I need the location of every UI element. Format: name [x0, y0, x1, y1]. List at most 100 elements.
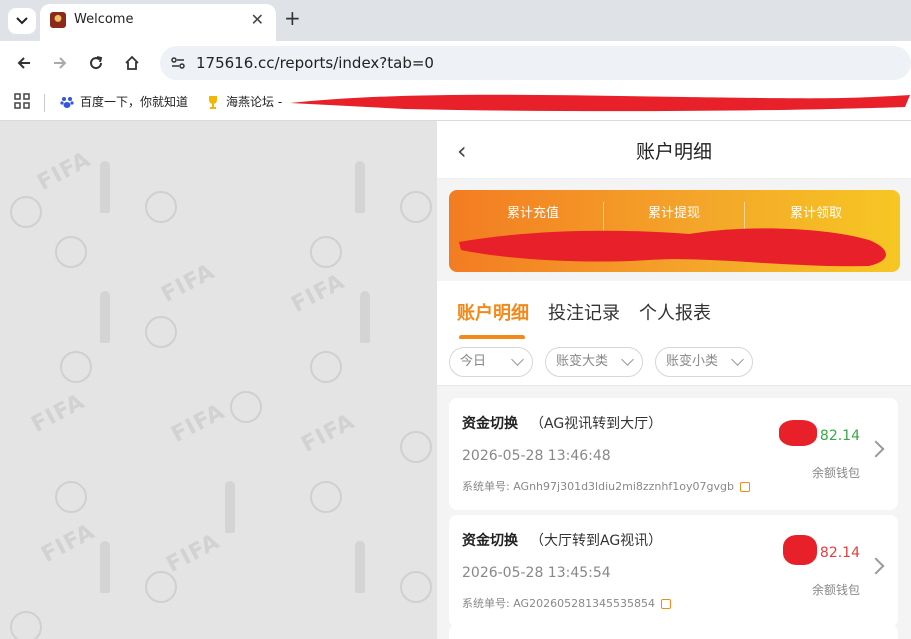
- category-filter-select[interactable]: 账变大类: [545, 347, 643, 377]
- total-deposit-label: 累计充值: [506, 206, 559, 221]
- forward-button[interactable]: [48, 51, 72, 75]
- record-type: 资金切换: [462, 533, 518, 549]
- browser-tab[interactable]: Welcome ✕: [40, 4, 276, 41]
- order-label: 系统单号:: [462, 597, 510, 610]
- date-filter-value: 今日: [460, 354, 487, 369]
- football-icon: [230, 391, 262, 423]
- football-icon: [145, 571, 177, 603]
- chevron-down-icon: [731, 353, 744, 366]
- football-icon: [310, 351, 342, 383]
- trophy-silhouette-icon: [360, 291, 370, 343]
- order-number: AGnh97j301d3ldiu2mi8zznhf1oy07gvgb: [513, 480, 734, 493]
- tab-personal-report[interactable]: 个人报表: [639, 299, 711, 325]
- football-icon: [60, 351, 92, 383]
- tab-title: Welcome: [74, 12, 134, 27]
- tab-account-details[interactable]: 账户明细: [457, 299, 529, 325]
- record-time: 2026-05-28 13:45:54: [462, 565, 611, 581]
- record-order: 系统单号: AG202605281345535854: [462, 595, 672, 611]
- chevron-down-icon: [621, 353, 634, 366]
- reload-button[interactable]: [84, 51, 108, 75]
- trophy-silhouette-icon: [225, 481, 235, 533]
- trophy-silhouette-icon: [355, 161, 365, 213]
- page-header: ‹ 账户明细: [437, 121, 911, 179]
- record-type: 资金切换: [462, 416, 518, 432]
- fifa-watermark: FIFA: [297, 409, 360, 458]
- record-card[interactable]: 资金切换 （大厅转到AG视讯） 2026-05-28 13:45:54 系统单号:…: [449, 515, 898, 627]
- site-settings-icon[interactable]: [170, 55, 186, 71]
- close-tab-icon[interactable]: ✕: [251, 10, 264, 29]
- football-icon: [10, 196, 42, 228]
- tab-bet-records[interactable]: 投注记录: [548, 299, 620, 325]
- record-card[interactable]: 资金切换 （AG视讯转到大厅） 2026-05-28 13:46:48 系统单号:…: [449, 398, 898, 510]
- fifa-watermark: FIFA: [37, 519, 100, 568]
- tab-search-button[interactable]: [8, 8, 36, 34]
- home-button[interactable]: [120, 51, 144, 75]
- football-icon: [145, 316, 177, 348]
- home-icon: [125, 55, 139, 70]
- total-withdraw-label: 累计提现: [647, 206, 700, 221]
- football-icon: [310, 236, 342, 268]
- apps-grid-icon[interactable]: [14, 93, 30, 109]
- football-icon: [310, 481, 342, 513]
- trophy-silhouette-icon: [100, 291, 110, 343]
- redaction-scribble: [779, 420, 817, 446]
- summary-card: 累计充值 累计提现 累计领取: [449, 190, 900, 272]
- back-button[interactable]: [12, 51, 36, 75]
- address-bar[interactable]: 175616.cc/reports/index?tab=0: [160, 46, 911, 80]
- subcategory-filter-value: 账变小类: [666, 354, 719, 369]
- bookmark-haiyan[interactable]: 海燕论坛 -: [206, 93, 282, 110]
- football-icon: [400, 191, 432, 223]
- copy-icon[interactable]: [661, 599, 672, 609]
- record-detail: （AG视讯转到大厅）: [530, 416, 663, 432]
- football-icon: [145, 191, 177, 223]
- trophy-silhouette-icon: [355, 541, 365, 593]
- baidu-paw-icon: [60, 96, 74, 108]
- football-icon: [400, 571, 432, 603]
- football-icon: [55, 481, 87, 513]
- record-amount: 82.14: [819, 545, 860, 561]
- bookmarks-bar: 百度一下，你就知道 海燕论坛 -: [0, 85, 911, 121]
- account-details-panel: ‹ 账户明细 累计充值 累计提现 累计领取 账户明细 投注记录 个人报表 今日 …: [437, 121, 911, 639]
- arrow-left-icon: [17, 57, 30, 69]
- football-icon: [10, 611, 42, 639]
- record-order: 系统单号: AGnh97j301d3ldiu2mi8zznhf1oy07gvgb: [462, 478, 750, 494]
- bookmark-label: 海燕论坛 -: [226, 95, 283, 109]
- copy-icon[interactable]: [739, 482, 750, 492]
- order-label: 系统单号:: [462, 480, 510, 493]
- browser-toolbar: 175616.cc/reports/index?tab=0: [0, 41, 911, 85]
- bookmark-label: 百度一下，你就知道: [80, 95, 189, 109]
- site-favicon-icon: [50, 12, 66, 28]
- new-tab-button[interactable]: +: [284, 6, 301, 30]
- record-title: 资金切换 （大厅转到AG视讯）: [462, 530, 662, 550]
- trophy-icon: [209, 95, 217, 109]
- trophy-silhouette-icon: [100, 161, 110, 213]
- order-number: AG202605281345535854: [513, 597, 656, 610]
- fifa-watermark: FIFA: [287, 269, 350, 318]
- record-time: 2026-05-28 13:46:48: [462, 448, 611, 464]
- redaction-scribble: [459, 228, 886, 267]
- record-amount: 82.14: [819, 428, 860, 444]
- chevron-right-icon[interactable]: [867, 557, 885, 575]
- record-card[interactable]: [449, 624, 898, 639]
- football-icon: [55, 236, 87, 268]
- chevron-down-icon: [511, 353, 524, 366]
- url-text[interactable]: 175616.cc/reports/index?tab=0: [196, 54, 434, 72]
- fifa-watermark: FIFA: [162, 529, 225, 578]
- chevron-right-icon[interactable]: [867, 440, 885, 458]
- subcategory-filter-select[interactable]: 账变小类: [655, 347, 753, 377]
- wallet-label: 余额钱包: [811, 466, 860, 480]
- page-title: 账户明细: [635, 141, 712, 163]
- fifa-watermark: FIFA: [157, 259, 220, 308]
- bookmark-separator: [44, 94, 45, 112]
- filter-bar: 今日 账变大类 账变小类: [437, 339, 911, 386]
- redaction-scribble: [783, 535, 817, 565]
- redaction-scribble: [290, 94, 910, 112]
- browser-tab-strip: Welcome ✕ +: [0, 0, 911, 41]
- fifa-watermark: FIFA: [167, 399, 230, 448]
- fifa-watermark: FIFA: [27, 389, 90, 438]
- category-filter-value: 账变大类: [556, 354, 609, 369]
- fifa-pattern-background: FIFA FIFA FIFA FIFA FIFA FIFA FIFA FIFA: [0, 121, 437, 639]
- bookmark-baidu[interactable]: 百度一下，你就知道: [60, 93, 188, 110]
- date-filter-select[interactable]: 今日: [449, 347, 533, 377]
- arrow-right-icon: [54, 57, 67, 69]
